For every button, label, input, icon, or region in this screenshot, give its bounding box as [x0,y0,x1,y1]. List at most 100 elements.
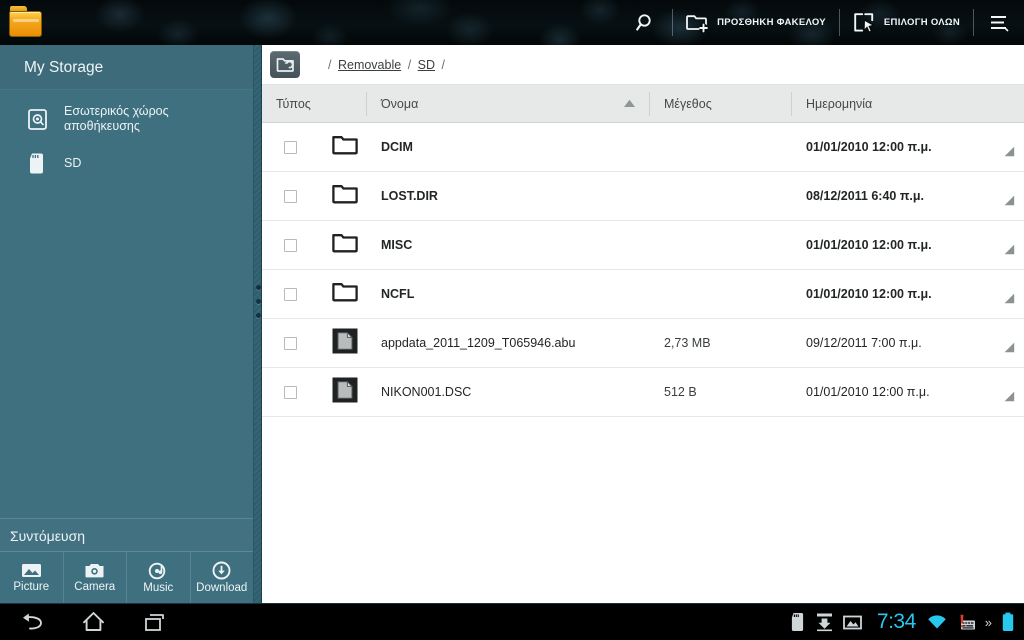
breadcrumb-bar: / Removable / SD / [262,45,1024,85]
folder-icon [332,183,358,209]
select-all-button[interactable]: ΕΠΙΛΟΓΗ ΟΛΩΝ [840,0,973,45]
table-row[interactable]: appdata_2011_1209_T065946.abu 2,73 MB 09/1… [262,319,1024,368]
table-header: Τύπος Όνομα Μέγεθος Ημερομηνία [262,85,1024,123]
row-checkbox[interactable] [284,287,297,301]
row-checkbox[interactable] [284,189,297,203]
status-clock: 7:34 [876,610,916,633]
search-button[interactable] [619,0,672,45]
column-header-type[interactable]: Τύπος [262,85,367,123]
row-size: 512 B [664,385,697,399]
shortcut-download[interactable]: Download [191,552,254,603]
row-name: NCFL [381,287,415,301]
row-checkbox[interactable] [284,385,297,399]
recent-apps-icon [145,613,164,631]
row-type-cell [262,134,367,160]
add-folder-button[interactable]: ΠΡΟΣΘΗΚΗ ΦΑΚΕΛΟΥ [673,0,839,45]
top-toolbar: ΠΡΟΣΘΗΚΗ ΦΑΚΕΛΟΥ ΕΠΙΛΟΓΗ ΟΛΩΝ [0,0,1024,45]
music-icon [148,562,166,579]
sidebar: My Storage Εσωτερικός χώρος αποθήκευσης [0,45,253,603]
shortcut-picture[interactable]: Picture [0,552,64,603]
row-type-cell [262,232,367,258]
shortcut-music-label: Music [143,581,174,594]
internal-storage-icon [24,108,50,131]
folder-app-icon-body [9,11,42,37]
row-context-indicator[interactable] [1004,389,1015,407]
file-list-panel: / Removable / SD / Τύπος Όνομα Μέγεθος Η [262,45,1024,603]
android-navigation-bar: 7:34 » [0,603,1024,640]
row-context-indicator[interactable] [1004,242,1015,260]
row-name: NIKON001.DSC [381,385,472,399]
breadcrumb-sep-2: / [441,57,445,72]
row-type-cell [262,328,367,359]
sidebar-storage-list: Εσωτερικός χώρος αποθήκευσης SD [0,90,253,185]
more-notifications-indicator[interactable]: » [985,615,992,630]
row-date: 08/12/2011 6:40 π.μ. [806,189,924,203]
row-name: MISC [381,238,413,252]
row-context-indicator[interactable] [1004,193,1015,211]
row-name: DCIM [381,140,413,154]
add-folder-label: ΠΡΟΣΘΗΚΗ ΦΑΚΕΛΟΥ [717,17,826,28]
file-icon [332,328,358,359]
folder-up-button[interactable] [270,51,300,78]
back-button[interactable] [14,607,48,637]
column-header-name[interactable]: Όνομα [367,85,650,123]
sidebar-resize-handle[interactable] [253,45,262,603]
row-checkbox[interactable] [284,336,297,350]
home-icon [82,612,104,631]
shortcut-music[interactable]: Music [127,552,191,603]
file-icon [332,377,358,408]
sidebar-title: My Storage [0,45,253,90]
shortcut-download-label: Download [196,582,248,594]
row-checkbox[interactable] [284,140,297,154]
sidebar-item-internal-storage[interactable]: Εσωτερικός χώρος αποθήκευσης [0,97,253,141]
breadcrumb-sd[interactable]: SD [418,58,435,72]
breadcrumb: / Removable / SD / [325,58,448,72]
table-row[interactable]: NIKON001.DSC 512 B 01/01/2010 12:00 π.μ. [262,368,1024,417]
column-header-date[interactable]: Ημερομηνία [792,85,1024,123]
nav-buttons [0,607,172,637]
sd-card-status-icon [791,613,803,631]
folder-app-icon-strip [13,19,39,22]
menu-button[interactable] [974,0,1024,45]
column-header-name-label: Όνομα [381,96,419,111]
toolbar-actions: ΠΡΟΣΘΗΚΗ ΦΑΚΕΛΟΥ ΕΠΙΛΟΓΗ ΟΛΩΝ [619,0,1024,45]
grip-dot [256,313,261,318]
row-context-indicator[interactable] [1004,144,1015,162]
breadcrumb-removable[interactable]: Removable [338,58,401,72]
sidebar-item-sd-label: SD [64,155,82,170]
row-name: appdata_2011_1209_T065946.abu [381,336,576,350]
sort-ascending-icon [624,99,635,107]
picture-icon [21,564,41,577]
table-row[interactable]: LOST.DIR 08/12/2011 6:40 π.μ. [262,172,1024,221]
row-size: 2,73 MB [664,336,711,350]
table-row[interactable]: DCIM 01/01/2010 12:00 π.μ. [262,123,1024,172]
row-context-indicator[interactable] [1004,291,1015,309]
row-context-indicator[interactable] [1004,340,1015,358]
sd-card-icon [24,152,50,175]
recent-apps-button[interactable] [138,607,172,637]
shortcut-camera[interactable]: Camera [64,552,127,603]
row-checkbox[interactable] [284,238,297,252]
file-list: DCIM 01/01/2010 12:00 π.μ. LOST.DIR 08/12/… [262,123,1024,417]
breadcrumb-root: / [328,57,332,72]
add-folder-icon [686,15,708,33]
wifi-icon [927,615,946,629]
file-manager-app: ΠΡΟΣΘΗΚΗ ΦΑΚΕΛΟΥ ΕΠΙΛΟΓΗ ΟΛΩΝ My Storage… [0,0,1024,640]
sidebar-item-sd[interactable]: SD [0,141,253,185]
table-row[interactable]: NCFL 01/01/2010 12:00 π.μ. [262,270,1024,319]
shortcut-title: Συντόμευση [0,518,253,552]
column-header-size[interactable]: Μέγεθος [650,85,792,123]
battery-icon [1002,612,1014,631]
back-icon [22,613,42,630]
row-date: 01/01/2010 12:00 π.μ. [806,385,930,399]
home-button[interactable] [76,607,110,637]
sidebar-item-internal-storage-label: Εσωτερικός χώρος αποθήκευσης [64,104,169,133]
row-type-cell [262,377,367,408]
row-date: 01/01/2010 12:00 π.μ. [806,140,932,154]
breadcrumb-sep-1: / [407,57,412,72]
shortcut-row: Picture Camera Music Download [0,552,253,603]
download-status-icon [816,613,832,632]
table-row[interactable]: MISC 01/01/2010 12:00 π.μ. [262,221,1024,270]
row-type-cell [262,183,367,209]
column-header-type-label: Τύπος [276,96,311,111]
